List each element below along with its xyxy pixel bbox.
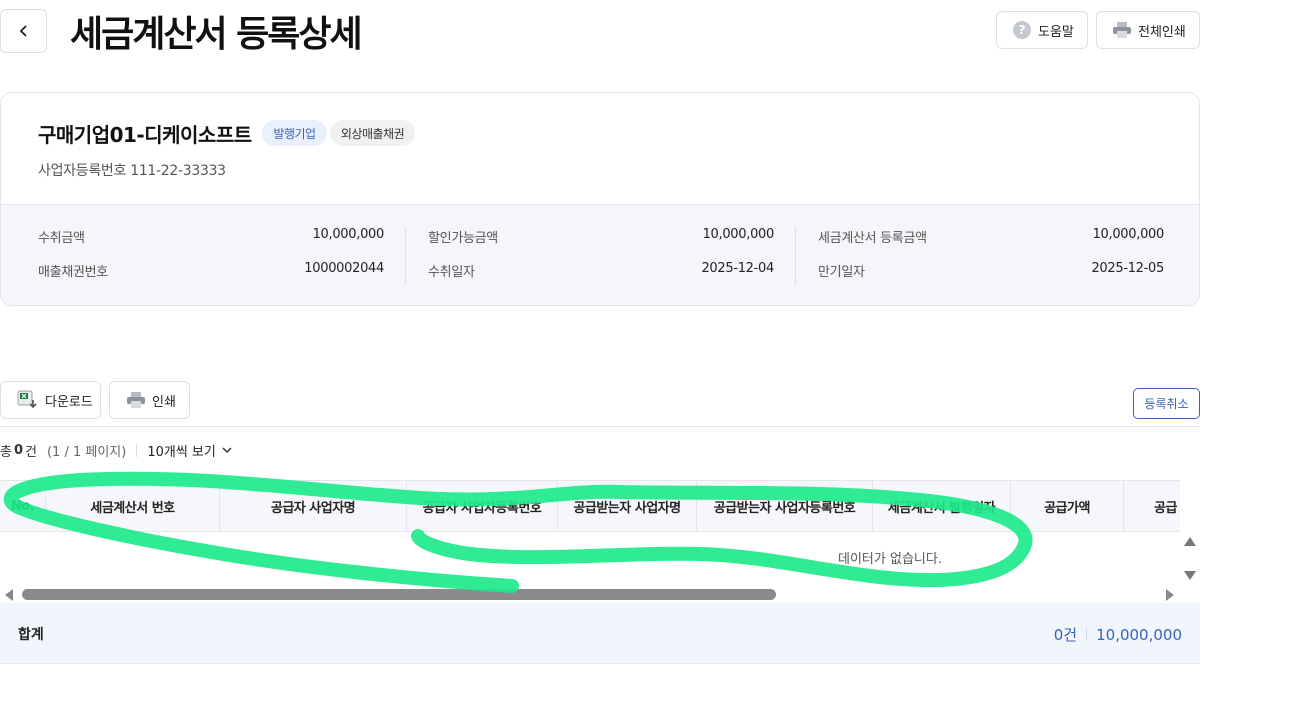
summary-column-1: 수취금액 10,000,000 매출채권번호 1000002044 bbox=[38, 227, 384, 285]
column-header-issue-date[interactable]: 세금계산서 발행일자 bbox=[873, 481, 1011, 532]
total-prefix: 총 bbox=[0, 444, 12, 460]
download-label: 다운로드 bbox=[45, 394, 93, 410]
printer-icon bbox=[1113, 22, 1131, 38]
print-all-button[interactable]: 전체인쇄 bbox=[1096, 11, 1200, 49]
column-header-partial[interactable]: 공급 bbox=[1124, 481, 1180, 532]
column-header-supply-amount[interactable]: 공급가액 bbox=[1011, 481, 1124, 532]
count-unit: 건 bbox=[25, 444, 37, 460]
scroll-up-arrow[interactable] bbox=[1184, 537, 1196, 546]
totals-bar: 합계 0건 10,000,000 bbox=[0, 603, 1200, 664]
cancel-registration-button[interactable]: 등록취소 bbox=[1133, 388, 1200, 419]
receivable-type-badge: 외상매출채권 bbox=[330, 120, 415, 146]
help-label: 도움말 bbox=[1038, 24, 1074, 40]
summary-row: 만기일자 2025-12-05 bbox=[818, 261, 1164, 295]
scroll-down-arrow[interactable] bbox=[1184, 571, 1196, 580]
summary-row: 세금계산서 등록금액 10,000,000 bbox=[818, 227, 1164, 261]
totals-values: 0건 10,000,000 bbox=[1054, 624, 1182, 645]
excel-download-icon bbox=[17, 390, 37, 409]
invoice-registered-amount-label: 세금계산서 등록금액 bbox=[818, 231, 927, 246]
print-button[interactable]: 인쇄 bbox=[109, 381, 190, 419]
summary-panel: 수취금액 10,000,000 매출채권번호 1000002044 할인가능금액… bbox=[1, 204, 1199, 305]
column-header-buyer-reg-no[interactable]: 공급받는자 사업자등록번호 bbox=[697, 481, 873, 532]
received-date-label: 수취일자 bbox=[428, 265, 475, 280]
issuer-badge: 발행기업 bbox=[262, 120, 327, 146]
back-button[interactable] bbox=[0, 9, 47, 53]
summary-row: 수취금액 10,000,000 bbox=[38, 227, 384, 261]
receivable-number-value: 1000002044 bbox=[304, 261, 384, 276]
page-title: 세금계산서 등록상세 bbox=[70, 14, 363, 55]
discountable-amount-label: 할인가능금액 bbox=[428, 231, 498, 246]
chevron-down-icon[interactable] bbox=[222, 446, 232, 454]
summary-column-2: 할인가능금액 10,000,000 수취일자 2025-12-04 bbox=[428, 227, 774, 285]
summary-divider bbox=[795, 227, 796, 285]
invoice-registered-amount-value: 10,000,000 bbox=[1092, 227, 1165, 242]
empty-message: 데이터가 없습니다. bbox=[838, 552, 942, 567]
printer-icon bbox=[127, 392, 145, 408]
summary-divider bbox=[405, 227, 406, 285]
receivable-number-label: 매출채권번호 bbox=[38, 265, 108, 280]
received-date-value: 2025-12-04 bbox=[701, 261, 774, 276]
column-header-supplier-name[interactable]: 공급자 사업자명 bbox=[220, 481, 407, 532]
column-header-no[interactable]: No. bbox=[0, 481, 46, 532]
divider bbox=[136, 443, 138, 457]
summary-row: 매출채권번호 1000002044 bbox=[38, 261, 384, 295]
help-icon: ? bbox=[1013, 21, 1031, 39]
summary-column-3: 세금계산서 등록금액 10,000,000 만기일자 2025-12-05 bbox=[818, 227, 1164, 285]
summary-row: 수취일자 2025-12-04 bbox=[428, 261, 774, 295]
chevron-left-icon bbox=[19, 25, 27, 37]
discountable-amount-value: 10,000,000 bbox=[702, 227, 775, 242]
column-header-buyer-name[interactable]: 공급받는자 사업자명 bbox=[558, 481, 697, 532]
divider bbox=[0, 426, 1200, 427]
column-header-invoice-number[interactable]: 세금계산서 번호 bbox=[46, 481, 220, 532]
company-name: 구매기업01-디케이소프트 bbox=[38, 123, 252, 147]
totals-count: 0건 bbox=[1053, 626, 1078, 644]
summary-row: 할인가능금액 10,000,000 bbox=[428, 227, 774, 261]
download-button[interactable]: 다운로드 bbox=[0, 381, 101, 419]
scroll-right-arrow[interactable] bbox=[1166, 589, 1174, 601]
invoice-info-card: 구매기업01-디케이소프트 발행기업 외상매출채권 사업자등록번호 111-22… bbox=[0, 92, 1200, 306]
maturity-date-label: 만기일자 bbox=[818, 265, 865, 280]
received-amount-value: 10,000,000 bbox=[312, 227, 385, 242]
page-size-select[interactable]: 10개씩 보기 bbox=[147, 441, 216, 460]
print-label: 인쇄 bbox=[152, 394, 176, 410]
page-indicator: (1 / 1 페이지) bbox=[46, 444, 127, 460]
totals-amount: 10,000,000 bbox=[1096, 625, 1182, 644]
print-all-label: 전체인쇄 bbox=[1138, 24, 1186, 40]
divider bbox=[1086, 628, 1088, 641]
scrollbar-thumb[interactable] bbox=[22, 589, 776, 600]
horizontal-scrollbar[interactable] bbox=[0, 586, 1180, 603]
page-size-label: 10개씩 보기 bbox=[147, 444, 216, 460]
list-count-row: 총 0 건 (1 / 1 페이지) 10개씩 보기 bbox=[0, 441, 232, 460]
total-count: 0 bbox=[13, 442, 24, 458]
help-button[interactable]: ? 도움말 bbox=[996, 11, 1088, 49]
received-amount-label: 수취금액 bbox=[38, 231, 85, 246]
totals-label: 합계 bbox=[18, 627, 44, 643]
business-registration-number: 사업자등록번호 111-22-33333 bbox=[38, 163, 226, 179]
column-header-supplier-reg-no[interactable]: 공급자 사업자등록번호 bbox=[407, 481, 558, 532]
maturity-date-value: 2025-12-05 bbox=[1091, 261, 1164, 276]
scroll-left-arrow[interactable] bbox=[5, 589, 13, 601]
invoice-grid: No. 세금계산서 번호 공급자 사업자명 공급자 사업자등록번호 공급받는자 … bbox=[0, 480, 1180, 585]
grid-header: No. 세금계산서 번호 공급자 사업자명 공급자 사업자등록번호 공급받는자 … bbox=[0, 481, 1180, 532]
